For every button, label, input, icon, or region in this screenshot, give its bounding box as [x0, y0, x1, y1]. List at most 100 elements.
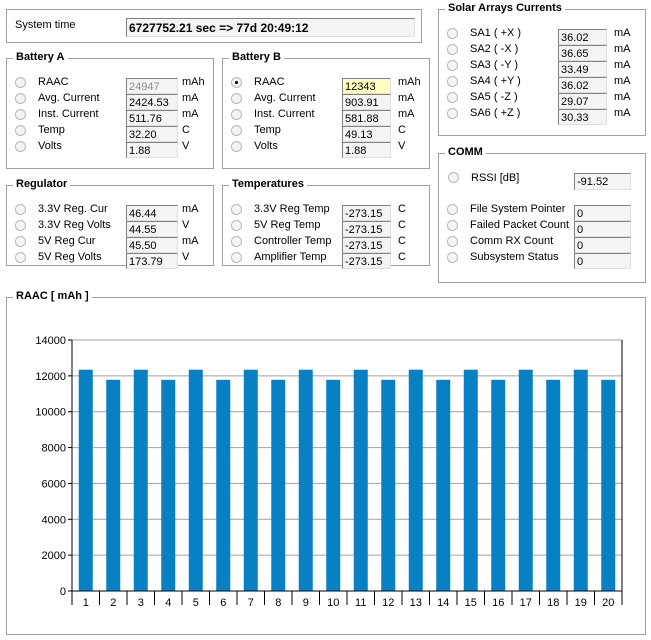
radio-temperatures-2[interactable] — [231, 236, 242, 247]
radio-comm-0[interactable] — [447, 204, 458, 215]
value-field[interactable]: -273.15 — [342, 221, 391, 237]
value-field[interactable]: 44.55 — [126, 221, 178, 237]
radio-regulator-1[interactable] — [15, 220, 26, 231]
value-field[interactable]: 1.88 — [126, 142, 178, 158]
radio-battery_a-1[interactable] — [15, 93, 26, 104]
unit-label: V — [182, 251, 190, 263]
y-tick-label: 12000 — [35, 371, 66, 383]
radio-battery_b-0[interactable] — [231, 77, 242, 88]
unit-label: mA — [182, 203, 199, 215]
radio-regulator-2[interactable] — [15, 236, 26, 247]
radio-solar-1[interactable] — [447, 44, 458, 55]
radio-solar-2[interactable] — [447, 60, 458, 71]
value-field[interactable]: 0 — [574, 237, 631, 253]
row-label: Volts — [254, 140, 278, 152]
solar-arrays-title: Solar Arrays Currents — [445, 2, 565, 14]
radio-solar-5[interactable] — [447, 108, 458, 119]
x-tick-label: 8 — [275, 597, 281, 609]
rssi-radio[interactable] — [448, 172, 459, 183]
value-field[interactable]: -273.15 — [342, 253, 391, 269]
value-field[interactable]: 30.33 — [558, 109, 607, 125]
value-field[interactable]: 36.65 — [558, 45, 607, 61]
battery-b-title: Battery B — [229, 51, 284, 63]
unit-label: mA — [614, 91, 631, 103]
bar-8 — [271, 379, 286, 591]
value-field[interactable]: 1.88 — [342, 142, 391, 158]
value-field[interactable]: 2424.53 — [126, 94, 178, 110]
bar-5 — [188, 369, 203, 591]
radio-battery_b-2[interactable] — [231, 109, 242, 120]
bar-19 — [573, 369, 588, 591]
radio-battery_b-1[interactable] — [231, 93, 242, 104]
radio-battery_b-3[interactable] — [231, 125, 242, 136]
value-field[interactable]: 49.13 — [342, 126, 391, 142]
value-field[interactable]: 46.44 — [126, 205, 178, 221]
x-tick-label: 10 — [327, 597, 339, 609]
rssi-field[interactable]: -91.52 — [574, 173, 631, 190]
bar-14 — [436, 379, 451, 591]
unit-label: mA — [614, 107, 631, 119]
row-label: Amplifier Temp — [254, 251, 327, 263]
value-field[interactable]: 29.07 — [558, 93, 607, 109]
row-label: SA2 ( -X ) — [470, 43, 519, 55]
radio-temperatures-3[interactable] — [231, 252, 242, 263]
value-field[interactable]: 0 — [574, 205, 631, 221]
value-field[interactable]: 45.50 — [126, 237, 178, 253]
battery-a-title: Battery A — [13, 51, 68, 63]
value-field[interactable]: 33.49 — [558, 61, 607, 77]
unit-label: mA — [182, 92, 199, 104]
radio-temperatures-1[interactable] — [231, 220, 242, 231]
system-time-field[interactable]: 6727752.21 sec => 77d 20:49:12 — [126, 18, 415, 37]
value-field[interactable]: 0 — [574, 221, 631, 237]
unit-label: V — [398, 140, 406, 152]
radio-solar-3[interactable] — [447, 76, 458, 87]
y-tick-label: 14000 — [35, 335, 66, 347]
radio-battery_a-3[interactable] — [15, 125, 26, 136]
value-field[interactable]: 36.02 — [558, 77, 607, 93]
row-label: SA6 ( +Z ) — [470, 107, 521, 119]
radio-temperatures-0[interactable] — [231, 204, 242, 215]
value-field[interactable]: 32.20 — [126, 126, 178, 142]
x-tick-label: 2 — [110, 597, 116, 609]
value-field[interactable]: -273.15 — [342, 237, 391, 253]
regulator-title: Regulator — [13, 178, 71, 190]
radio-comm-3[interactable] — [447, 252, 458, 263]
row-label: Inst. Current — [254, 108, 315, 120]
value-field[interactable]: 24947 — [126, 78, 178, 94]
unit-label: mA — [614, 75, 631, 87]
value-field[interactable]: 173.79 — [126, 253, 178, 269]
radio-comm-1[interactable] — [447, 220, 458, 231]
unit-label: mAh — [182, 76, 205, 88]
radio-solar-4[interactable] — [447, 92, 458, 103]
x-tick-label: 3 — [138, 597, 144, 609]
radio-comm-2[interactable] — [447, 236, 458, 247]
row-label: Avg. Current — [38, 92, 100, 104]
radio-regulator-3[interactable] — [15, 252, 26, 263]
radio-battery_a-2[interactable] — [15, 109, 26, 120]
radio-regulator-0[interactable] — [15, 204, 26, 215]
comm-group: COMM RSSI [dB] -91.52 File System Pointe… — [438, 146, 646, 283]
unit-label: mA — [182, 108, 199, 120]
comm-title: COMM — [445, 146, 486, 158]
value-field[interactable]: 903.91 — [342, 94, 391, 110]
y-tick-label: 6000 — [42, 478, 66, 490]
radio-battery_a-4[interactable] — [15, 141, 26, 152]
telemetry-window: System time 6727752.21 sec => 77d 20:49:… — [0, 0, 651, 640]
row-label: RAAC — [254, 76, 285, 88]
bar-13 — [408, 369, 423, 591]
unit-label: mA — [398, 92, 415, 104]
value-field[interactable]: 12343 — [342, 78, 391, 94]
row-label: SA4 ( +Y ) — [470, 75, 521, 87]
value-field[interactable]: 36.02 — [558, 29, 607, 45]
radio-solar-0[interactable] — [447, 28, 458, 39]
radio-battery_b-4[interactable] — [231, 141, 242, 152]
value-field[interactable]: 511.76 — [126, 110, 178, 126]
value-field[interactable]: -273.15 — [342, 205, 391, 221]
value-field[interactable]: 0 — [574, 253, 631, 269]
value-field[interactable]: 581.88 — [342, 110, 391, 126]
row-label: Subsystem Status — [470, 251, 559, 263]
x-tick-label: 5 — [193, 597, 199, 609]
x-tick-label: 16 — [492, 597, 504, 609]
radio-battery_a-0[interactable] — [15, 77, 26, 88]
bar-6 — [216, 379, 231, 591]
